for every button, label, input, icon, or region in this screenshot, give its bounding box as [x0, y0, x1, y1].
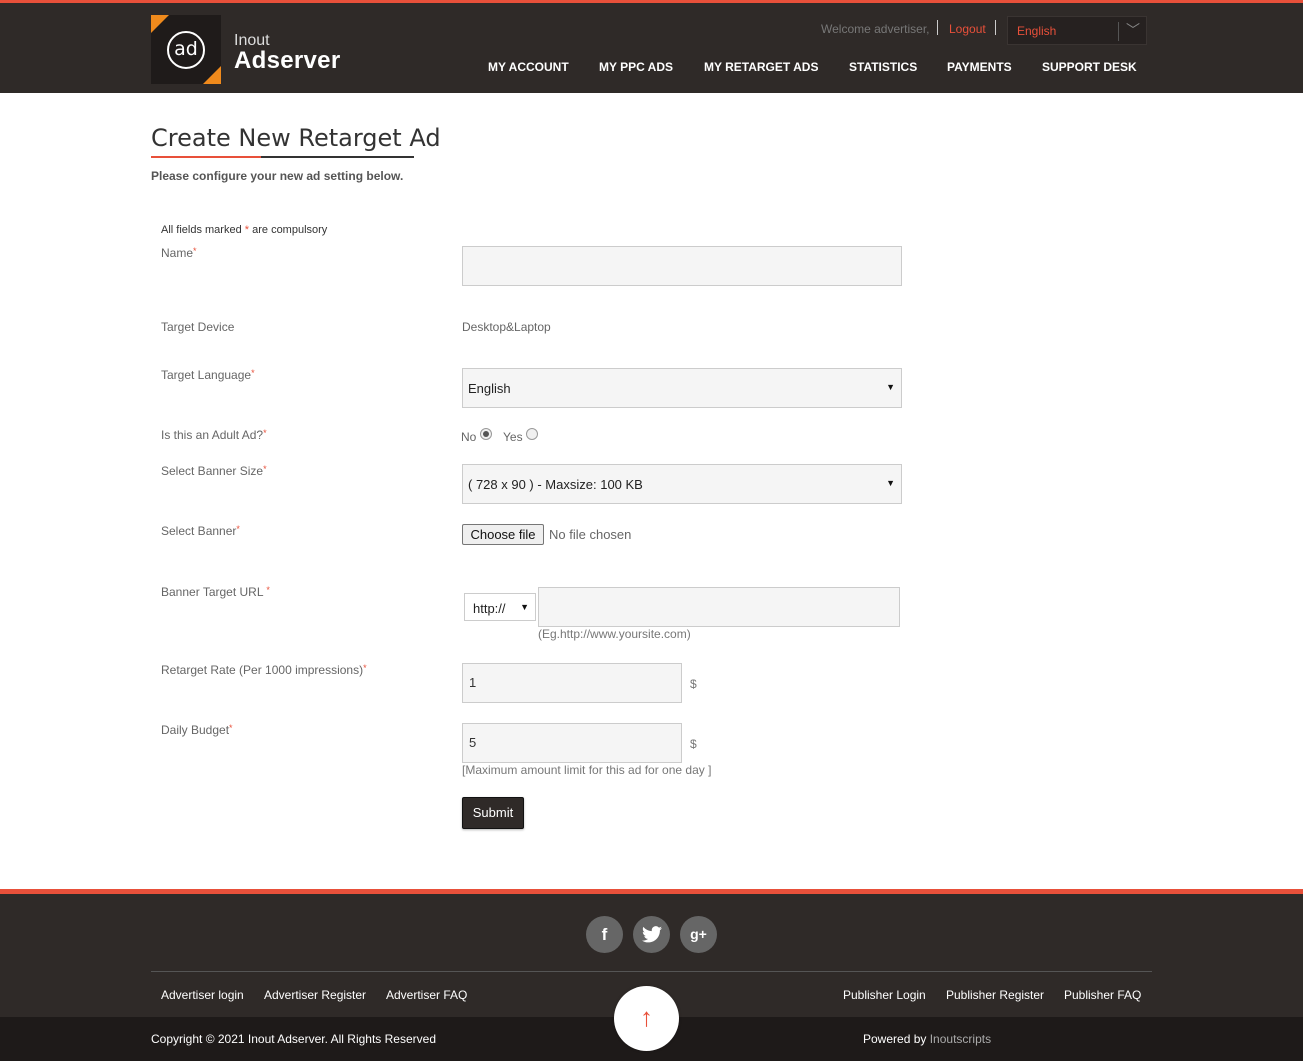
retarget-rate-currency: $	[690, 677, 697, 691]
adult-ad-no-radio[interactable]	[480, 428, 492, 440]
compulsory-note: All fields marked * are compulsory	[161, 224, 327, 236]
facebook-icon[interactable]: f	[586, 916, 623, 953]
twitter-icon[interactable]	[633, 916, 670, 953]
welcome-text: Welcome advertiser,	[821, 22, 930, 36]
target-language-select[interactable]: English ▼	[462, 368, 902, 408]
footer-divider	[151, 971, 1152, 972]
daily-budget-hint: [Maximum amount limit for this ad for on…	[462, 763, 712, 777]
required-star: *	[229, 723, 233, 733]
compulsory-note-suffix: are compulsory	[252, 224, 328, 236]
url-protocol-select[interactable]: http:// ▼	[464, 593, 536, 621]
powered-by: Powered by Inoutscripts	[863, 1032, 991, 1046]
chevron-down-icon: ﹀	[1126, 22, 1140, 38]
header-divider	[937, 20, 938, 35]
language-select[interactable]: English ﹀	[1007, 16, 1147, 45]
main-nav: MY ACCOUNT MY PPC ADS MY RETARGET ADS ST…	[0, 60, 1303, 76]
target-url-hint: (Eg.http://www.yoursite.com)	[538, 627, 691, 641]
adult-ad-label-text: Is this an Adult Ad?	[161, 428, 264, 442]
adult-ad-no-label: No	[461, 430, 477, 444]
name-input[interactable]	[462, 246, 902, 286]
nav-my-retarget-ads[interactable]: MY RETARGET ADS	[704, 60, 818, 74]
advertiser-register-link[interactable]: Advertiser Register	[264, 988, 366, 1002]
title-underline	[261, 156, 414, 158]
adult-ad-label: Is this an Adult Ad?*	[161, 428, 267, 442]
page-title: Create New Retarget Ad	[151, 124, 441, 152]
header-divider	[995, 20, 996, 35]
retarget-rate-label: Retarget Rate (Per 1000 impressions)*	[161, 663, 367, 677]
submit-button[interactable]: Submit	[462, 797, 524, 829]
select-banner-label-text: Select Banner	[161, 524, 237, 538]
required-star: *	[251, 368, 255, 378]
select-banner-label: Select Banner*	[161, 524, 240, 538]
target-url-label: Banner Target URL *	[161, 585, 270, 599]
daily-budget-currency: $	[690, 737, 697, 751]
banner-size-label-text: Select Banner Size	[161, 464, 264, 478]
required-star: *	[363, 663, 367, 673]
required-star: *	[263, 464, 267, 474]
name-label: Name*	[161, 246, 197, 260]
nav-my-account[interactable]: MY ACCOUNT	[488, 60, 569, 74]
language-select-value: English	[1017, 24, 1057, 38]
dropdown-arrow-icon: ▼	[886, 478, 895, 488]
url-protocol-value: http://	[473, 601, 506, 616]
scroll-to-top-button[interactable]: ↑	[614, 986, 679, 1051]
nav-payments[interactable]: PAYMENTS	[947, 60, 1012, 74]
nav-support-desk[interactable]: SUPPORT DESK	[1042, 60, 1137, 74]
banner-size-label: Select Banner Size*	[161, 464, 267, 478]
target-url-input[interactable]	[538, 587, 900, 627]
banner-size-select-value: ( 728 x 90 ) - Maxsize: 100 KB	[468, 477, 643, 492]
powered-by-prefix: Powered by	[863, 1032, 927, 1046]
daily-budget-label: Daily Budget*	[161, 723, 233, 737]
logo-corner-top	[151, 15, 169, 33]
target-device-value: Desktop&Laptop	[462, 320, 551, 334]
powered-by-link[interactable]: Inoutscripts	[930, 1032, 991, 1046]
google-plus-icon[interactable]: g+	[680, 916, 717, 953]
logout-link[interactable]: Logout	[949, 22, 986, 36]
page-subtitle: Please configure your new ad setting bel…	[151, 169, 404, 183]
required-star: *	[193, 246, 197, 256]
required-star: *	[266, 585, 270, 595]
header: ad Inout Adserver Welcome advertiser, Lo…	[0, 0, 1303, 93]
required-star: *	[236, 524, 240, 534]
publisher-register-link[interactable]: Publisher Register	[946, 988, 1044, 1002]
banner-size-select[interactable]: ( 728 x 90 ) - Maxsize: 100 KB ▼	[462, 464, 902, 504]
advertiser-faq-link[interactable]: Advertiser FAQ	[386, 988, 467, 1002]
dropdown-arrow-icon: ▼	[886, 382, 895, 392]
copyright-text: Copyright © 2021 Inout Adserver. All Rig…	[151, 1032, 436, 1046]
retarget-rate-label-text: Retarget Rate (Per 1000 impressions)	[161, 663, 364, 677]
publisher-login-link[interactable]: Publisher Login	[843, 988, 926, 1002]
advertiser-login-link[interactable]: Advertiser login	[161, 988, 244, 1002]
retarget-rate-input[interactable]: 1	[462, 663, 682, 703]
required-star: *	[263, 428, 267, 438]
title-underline-accent	[151, 156, 261, 158]
file-status: No file chosen	[549, 527, 632, 542]
choose-file-button[interactable]: Choose file	[462, 524, 544, 545]
target-device-label: Target Device	[161, 320, 235, 334]
nav-statistics[interactable]: STATISTICS	[849, 60, 917, 74]
compulsory-note-prefix: All fields marked	[161, 224, 242, 236]
nav-my-ppc-ads[interactable]: MY PPC ADS	[599, 60, 673, 74]
required-star: *	[244, 224, 250, 236]
dropdown-arrow-icon: ▼	[520, 602, 529, 612]
target-language-label-text: Target Language	[161, 368, 252, 382]
target-language-label: Target Language*	[161, 368, 255, 382]
daily-budget-label-text: Daily Budget	[161, 723, 230, 737]
name-label-text: Name	[161, 246, 194, 260]
publisher-faq-link[interactable]: Publisher FAQ	[1064, 988, 1141, 1002]
daily-budget-input[interactable]: 5	[462, 723, 682, 763]
target-language-select-value: English	[468, 381, 511, 396]
target-url-label-text: Banner Target URL	[161, 585, 264, 599]
twitter-bird-shape	[641, 926, 662, 943]
language-select-divider	[1118, 22, 1119, 41]
adult-ad-yes-radio[interactable]	[526, 428, 538, 440]
adult-ad-yes-label: Yes	[503, 430, 523, 444]
